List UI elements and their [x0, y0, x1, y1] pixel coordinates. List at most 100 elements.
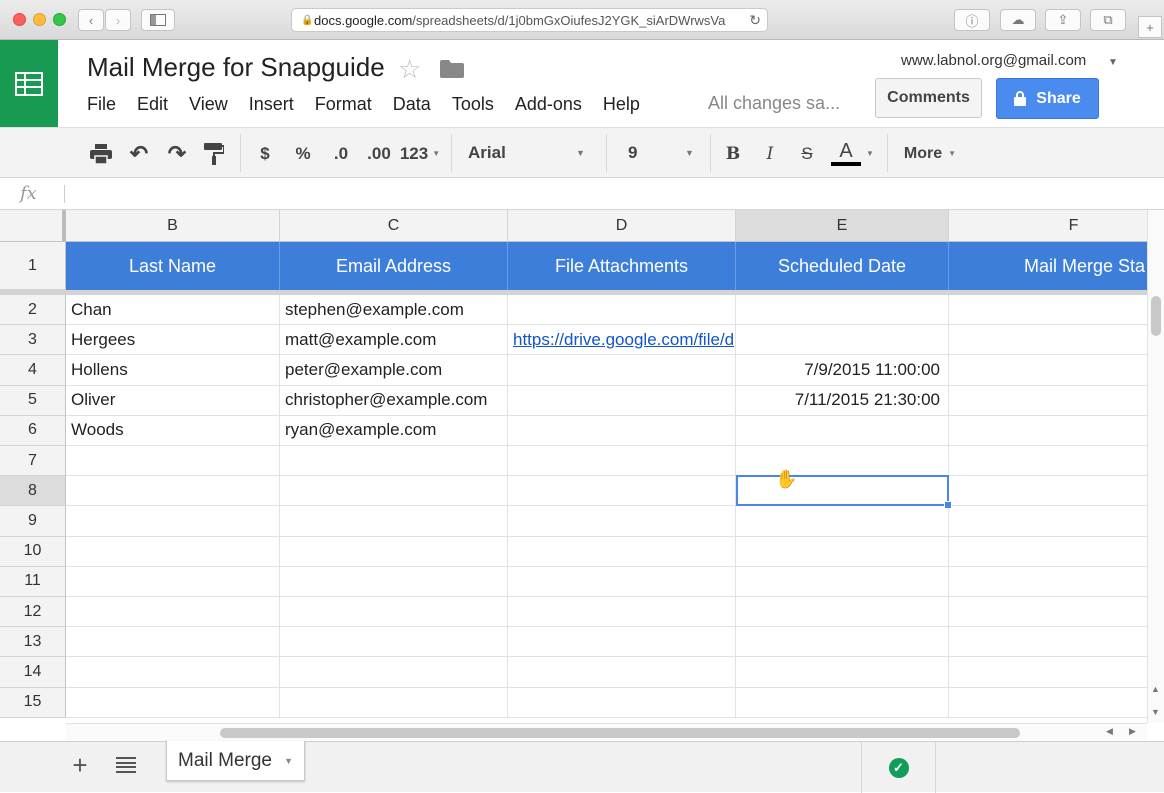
scroll-right-icon[interactable]: ▶	[1129, 726, 1136, 737]
sync-status[interactable]: ✓	[861, 742, 936, 793]
cell-e6[interactable]	[736, 415, 949, 446]
spreadsheet-grid[interactable]: B C D E F 1 2 3 4 5 6 7 8 9 10 11 12 13 14 15 Last Name Email…	[0, 210, 1147, 723]
save-status[interactable]: All changes sa...	[708, 93, 840, 114]
back-button[interactable]: ‹	[78, 9, 104, 31]
row-header-11[interactable]: 11	[0, 566, 66, 597]
cell-f13[interactable]	[949, 627, 1147, 658]
text-color-button[interactable]: A	[828, 128, 864, 179]
cell-d13[interactable]	[508, 627, 736, 658]
cell-e4[interactable]: 7/9/2015 11:00:00	[736, 355, 949, 386]
currency-format-button[interactable]: $	[252, 128, 278, 179]
cell-c15[interactable]	[280, 687, 508, 718]
column-header-f[interactable]: F	[949, 210, 1147, 242]
menu-edit[interactable]: Edit	[137, 94, 168, 115]
add-sheet-button[interactable]: +	[66, 750, 94, 780]
more-button[interactable]: More ▼	[898, 128, 962, 179]
cell-d14[interactable]	[508, 657, 736, 688]
new-tab-button[interactable]: +	[1138, 16, 1162, 38]
cell-f10[interactable]	[949, 537, 1147, 567]
cell-e2[interactable]	[736, 295, 949, 326]
folder-icon[interactable]	[440, 60, 464, 78]
row-header-6[interactable]: 6	[0, 415, 66, 446]
cell-c10[interactable]	[280, 536, 508, 567]
column-header-e[interactable]: E	[736, 210, 949, 242]
cell-e12[interactable]	[736, 597, 949, 628]
cell-f5[interactable]	[949, 386, 1147, 416]
cell-c12[interactable]	[280, 597, 508, 628]
menu-view[interactable]: View	[189, 94, 228, 115]
cell-b5[interactable]: Oliver	[66, 385, 280, 416]
cell-c7[interactable]	[280, 446, 508, 477]
fill-handle[interactable]	[944, 501, 952, 510]
share-sheet-button[interactable]: ⇪	[1045, 9, 1081, 31]
cell-e7[interactable]	[736, 446, 949, 477]
sidebar-toggle-button[interactable]	[141, 9, 175, 31]
menu-format[interactable]: Format	[315, 94, 372, 115]
cell-b13[interactable]	[66, 627, 280, 658]
cell-f7[interactable]	[949, 446, 1147, 477]
share-button[interactable]: Share	[996, 78, 1099, 119]
cell-d4[interactable]	[508, 355, 736, 386]
row-header-1[interactable]: 1	[0, 242, 66, 290]
sheets-logo[interactable]	[0, 40, 58, 127]
cell-f9[interactable]	[949, 506, 1147, 537]
column-header-b[interactable]: B	[66, 210, 280, 242]
cell-d3[interactable]: https://drive.google.com/file/d	[508, 325, 736, 356]
cell-e9[interactable]	[736, 506, 949, 537]
row-header-4[interactable]: 4	[0, 355, 66, 386]
percent-format-button[interactable]: %	[290, 128, 316, 179]
decrease-decimal-button[interactable]: .0	[326, 128, 356, 179]
cell-b6[interactable]: Woods	[66, 415, 280, 446]
scroll-up-icon[interactable]: ▲	[1151, 684, 1160, 694]
row-header-2[interactable]: 2	[0, 295, 66, 326]
row-header-9[interactable]: 9	[0, 506, 66, 537]
bold-button[interactable]: B	[720, 128, 746, 179]
cell-b8[interactable]	[66, 476, 280, 507]
cell-c3[interactable]: matt@example.com	[280, 325, 508, 356]
header-cell-c[interactable]: Email Address	[280, 242, 508, 290]
select-all-corner[interactable]	[0, 210, 66, 242]
font-size-dropdown[interactable]: 9 ▼	[618, 138, 700, 168]
star-icon[interactable]: ☆	[398, 54, 421, 85]
account-dropdown-icon[interactable]: ▼	[1108, 57, 1118, 68]
minimize-window-button[interactable]	[33, 13, 46, 26]
column-header-c[interactable]: C	[280, 210, 508, 242]
account-email[interactable]: www.labnol.org@gmail.com	[901, 52, 1086, 69]
zoom-window-button[interactable]	[53, 13, 66, 26]
row-header-12[interactable]: 12	[0, 597, 66, 628]
cell-c6[interactable]: ryan@example.com	[280, 415, 508, 446]
cell-f15[interactable]	[949, 688, 1147, 718]
cell-b7[interactable]	[66, 446, 280, 477]
horizontal-scrollbar[interactable]: ◀ ▶	[66, 723, 1147, 741]
vertical-scroll-thumb[interactable]	[1151, 296, 1161, 336]
column-header-d[interactable]: D	[508, 210, 736, 242]
cell-b4[interactable]: Hollens	[66, 355, 280, 386]
cell-b12[interactable]	[66, 597, 280, 628]
cell-d6[interactable]	[508, 415, 736, 446]
cell-c11[interactable]	[280, 566, 508, 597]
tabs-overview-button[interactable]: ⧉	[1090, 9, 1126, 31]
cell-e5[interactable]: 7/11/2015 21:30:00	[736, 385, 949, 416]
comments-button[interactable]: Comments	[875, 78, 982, 118]
cell-e11[interactable]	[736, 566, 949, 597]
cell-d11[interactable]	[508, 566, 736, 597]
all-sheets-button[interactable]	[114, 753, 138, 777]
cell-d5[interactable]	[508, 385, 736, 416]
cell-c9[interactable]	[280, 506, 508, 537]
menu-addons[interactable]: Add-ons	[515, 94, 582, 115]
cell-c14[interactable]	[280, 657, 508, 688]
row-header-13[interactable]: 13	[0, 627, 66, 658]
document-title[interactable]: Mail Merge for Snapguide	[87, 52, 385, 83]
row-header-8[interactable]: 8	[0, 476, 66, 507]
paint-format-button[interactable]	[199, 128, 229, 179]
cell-e3[interactable]	[736, 325, 949, 356]
strikethrough-button[interactable]: S	[794, 128, 820, 179]
menu-tools[interactable]: Tools	[452, 94, 494, 115]
cell-e13[interactable]	[736, 627, 949, 658]
row-header-3[interactable]: 3	[0, 325, 66, 356]
cell-f3[interactable]	[949, 325, 1147, 356]
scroll-down-icon[interactable]: ▼	[1151, 707, 1160, 717]
cell-b15[interactable]	[66, 687, 280, 718]
cell-f6[interactable]	[949, 416, 1147, 446]
header-cell-e[interactable]: Scheduled Date	[736, 242, 949, 290]
